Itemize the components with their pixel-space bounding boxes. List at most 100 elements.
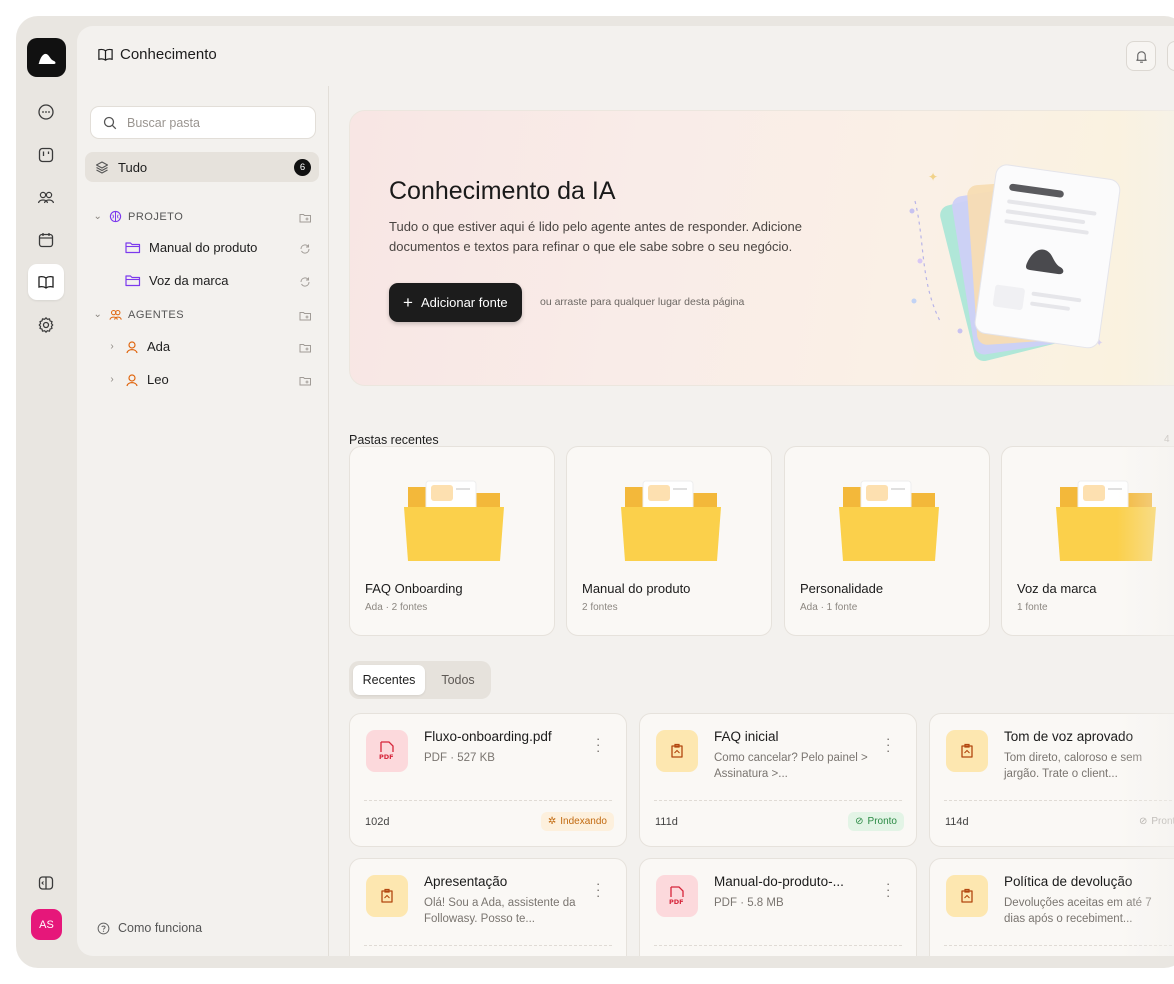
add-folder-icon[interactable] — [299, 342, 312, 357]
tab-todos[interactable]: Todos — [429, 665, 487, 695]
app-frame: AS Conhecimento Tudo 6 ⌄ — [16, 16, 1174, 968]
folder-icon — [1056, 480, 1156, 561]
more-vertical-icon[interactable]: · · · — [596, 732, 600, 757]
calendar-icon — [38, 233, 54, 248]
card-divider — [654, 800, 902, 801]
profile-menu-button[interactable] — [1167, 41, 1174, 71]
agents-icon — [109, 309, 122, 320]
user-avatar[interactable]: AS — [31, 909, 62, 940]
folder-search[interactable] — [90, 106, 316, 139]
help-link-label: Como funciona — [118, 921, 203, 935]
rail-calendar-button[interactable] — [28, 222, 64, 258]
sidebar-item-voz[interactable]: Voz da marca — [125, 273, 229, 288]
note-icon — [946, 730, 988, 772]
folder-card[interactable]: FAQ Onboarding Ada · 2 fontes — [349, 446, 555, 636]
svg-text:PDF: PDF — [669, 898, 684, 906]
add-source-label: Adicionar fonte — [420, 295, 508, 310]
add-folder-icon[interactable] — [299, 375, 312, 390]
folder-icon — [125, 242, 141, 254]
source-card[interactable]: PDF Manual-do-produto-... PDF · 5.8 MB ·… — [639, 858, 917, 956]
folder-icon — [125, 275, 141, 287]
folder-card[interactable]: Personalidade Ada · 1 fonte — [784, 446, 990, 636]
source-card[interactable]: Tom de voz aprovado Tom direto, caloroso… — [929, 713, 1174, 847]
section-label: PROJETO — [128, 210, 184, 223]
sync-icon[interactable] — [299, 276, 311, 291]
help-link[interactable]: Como funciona — [97, 921, 202, 935]
folder-meta: 1 fonte — [1017, 602, 1048, 613]
folder-name: Voz da marca — [1017, 581, 1097, 596]
app-logo[interactable] — [27, 38, 66, 77]
chevron-right-icon: › — [110, 374, 114, 385]
source-title: Apresentação — [424, 874, 508, 889]
folder-card[interactable]: Manual do produto 2 fontes — [566, 446, 772, 636]
sidebar-toggle-icon — [38, 876, 54, 890]
book-icon — [38, 276, 54, 289]
tree-section-projeto[interactable]: ⌄ PROJETO — [93, 210, 183, 223]
recent-folders-label: Pastas recentes — [349, 433, 439, 447]
folder-search-input[interactable] — [127, 115, 297, 130]
folder-meta: Ada · 1 fonte — [800, 602, 858, 613]
section-label: AGENTES — [128, 308, 185, 321]
pdf-icon: PDF — [656, 875, 698, 917]
source-age: 111d — [655, 816, 678, 828]
topbar: Conhecimento — [77, 26, 1174, 86]
more-vertical-icon[interactable]: · · · — [596, 877, 600, 902]
folder-name: FAQ Onboarding — [365, 581, 463, 596]
rail-chat-button[interactable] — [28, 94, 64, 130]
folder-card[interactable]: Voz da marca 1 fonte — [1001, 446, 1174, 636]
source-description: Tom direto, caloroso e sem jargão. Trate… — [1004, 752, 1143, 780]
sidebar-item-leo[interactable]: › Leo — [107, 372, 168, 387]
card-divider — [944, 800, 1174, 801]
source-title: FAQ inicial — [714, 729, 779, 744]
status-label: Indexando — [560, 816, 607, 827]
drop-hint: ou arraste para qualquer lugar desta pág… — [540, 296, 745, 308]
source-card[interactable]: Apresentação Olá! Sou a Ada, assistente … — [349, 858, 627, 956]
notifications-button[interactable] — [1126, 41, 1156, 71]
agent-icon — [126, 373, 138, 386]
add-folder-icon[interactable] — [299, 212, 312, 227]
source-card[interactable]: FAQ inicial Como cancelar? Pelo painel >… — [639, 713, 917, 847]
chevron-right-icon: › — [110, 341, 114, 352]
sidebar-item-label: Ada — [147, 339, 171, 354]
more-vertical-icon[interactable]: · · · — [886, 877, 890, 902]
svg-text:PDF: PDF — [379, 753, 394, 761]
rail-settings-button[interactable] — [28, 307, 64, 343]
icon-rail: AS — [16, 16, 76, 968]
status-label: Pronto — [867, 816, 897, 827]
add-folder-icon[interactable] — [299, 310, 312, 325]
folder-meta: 2 fontes — [582, 602, 618, 613]
rail-collapse-button[interactable] — [28, 865, 64, 901]
rail-board-button[interactable] — [28, 137, 64, 173]
tree-item-all[interactable]: Tudo 6 — [85, 152, 319, 182]
gear-icon — [38, 317, 54, 333]
more-vertical-icon[interactable]: · · · — [886, 732, 890, 757]
layers-icon — [95, 161, 109, 174]
source-age: 114d — [945, 816, 969, 828]
page-title-text: Conhecimento — [120, 46, 217, 63]
book-icon — [98, 48, 113, 61]
people-icon — [37, 191, 55, 204]
source-title: Política de devolução — [1004, 874, 1133, 889]
add-source-button[interactable]: + Adicionar fonte — [389, 283, 522, 322]
source-card[interactable]: Política de devolução Devoluções aceitas… — [929, 858, 1174, 956]
rail-knowledge-button[interactable] — [28, 264, 64, 300]
folder-meta: Ada · 2 fontes — [365, 602, 428, 613]
sidebar-divider — [328, 86, 329, 956]
folder-icon — [404, 480, 504, 561]
pdf-icon: PDF — [366, 730, 408, 772]
sidebar-item-manual[interactable]: Manual do produto — [125, 240, 257, 255]
tab-recentes[interactable]: Recentes — [353, 665, 425, 695]
sidebar-item-ada[interactable]: › Ada — [107, 339, 170, 354]
card-divider — [364, 800, 612, 801]
search-icon — [103, 116, 117, 129]
rail-agents-button[interactable] — [28, 180, 64, 216]
source-description: Olá! Sou a Ada, assistente da Followasy.… — [424, 897, 576, 925]
tree-section-agentes[interactable]: ⌄ AGENTES — [93, 308, 184, 321]
bell-icon — [1135, 50, 1147, 63]
source-title: Fluxo-onboarding.pdf — [424, 729, 552, 744]
source-tabs: Recentes Todos — [349, 661, 491, 699]
source-card[interactable]: PDF Fluxo-onboarding.pdf PDF · 527 KB · ·… — [349, 713, 627, 847]
status-badge: ✲ Indexando — [540, 812, 614, 831]
sync-icon[interactable] — [299, 243, 311, 258]
plus-icon: + — [403, 293, 413, 312]
